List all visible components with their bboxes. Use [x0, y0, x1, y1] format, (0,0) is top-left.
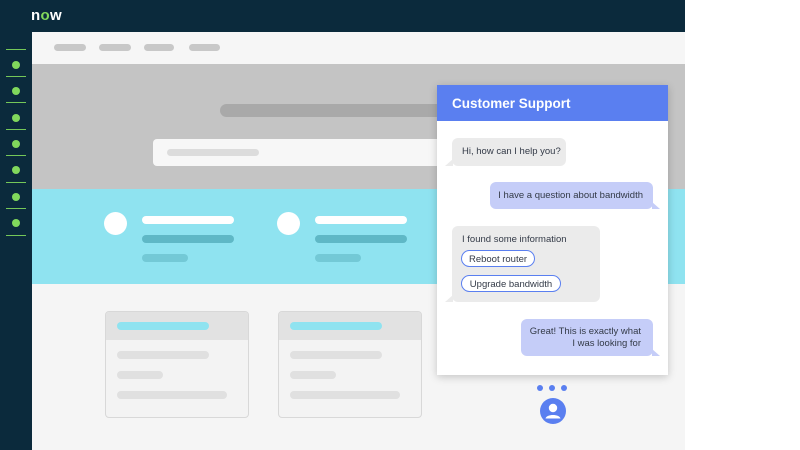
feature-circle-icon — [104, 212, 127, 235]
sidebar-divider — [6, 208, 26, 209]
bot-message: Hi, how can I help you? — [445, 138, 566, 166]
card-title-placeholder — [117, 322, 209, 330]
app-window: now Customer Support Hi, how can I help … — [0, 0, 685, 450]
feature-title-placeholder — [315, 216, 407, 224]
sidebar-divider — [6, 76, 26, 77]
card-text-placeholder — [117, 351, 209, 359]
chat-title: Customer Support — [452, 96, 571, 111]
card-text-placeholder — [117, 371, 163, 379]
bubble-tail — [652, 349, 660, 356]
sidebar-nav-dot-icon[interactable] — [12, 166, 20, 174]
nav-link-placeholder[interactable] — [144, 44, 174, 51]
sidebar-nav-dot-icon[interactable] — [12, 87, 20, 95]
card-header — [279, 312, 421, 340]
typing-dot — [549, 385, 555, 391]
bot-message: I found some information Reboot router U… — [445, 226, 600, 302]
message-text: Hi, how can I help you? — [462, 146, 561, 157]
bubble-tail — [652, 202, 660, 209]
sidebar-divider — [6, 129, 26, 130]
chat-header: Customer Support — [437, 85, 668, 121]
left-sidebar — [0, 32, 32, 450]
feature-text-placeholder — [142, 235, 234, 243]
user-avatar-icon[interactable] — [540, 398, 566, 424]
secondary-navigation — [32, 32, 685, 64]
logo-text-w: w — [49, 7, 62, 24]
chat-widget: Customer Support Hi, how can I help you?… — [437, 85, 668, 375]
hero-heading-placeholder — [220, 104, 450, 117]
content-card[interactable] — [278, 311, 422, 418]
sidebar-divider — [6, 49, 26, 50]
message-text: I found some information — [462, 234, 567, 245]
card-text-placeholder — [290, 371, 336, 379]
search-input[interactable] — [153, 139, 443, 166]
top-navigation-bar: now — [0, 0, 685, 32]
feature-text-placeholder — [142, 254, 188, 262]
feature-circle-icon — [277, 212, 300, 235]
sidebar-nav-dot-icon[interactable] — [12, 219, 20, 227]
sidebar-divider — [6, 102, 26, 103]
card-title-placeholder — [290, 322, 382, 330]
sidebar-nav-dot-icon[interactable] — [12, 61, 20, 69]
person-icon — [545, 403, 561, 419]
sidebar-nav-dot-icon[interactable] — [12, 114, 20, 122]
feature-title-placeholder — [142, 216, 234, 224]
user-message: Great! This is exactly what I was lookin… — [521, 319, 660, 356]
logo-text-o: o — [40, 7, 50, 24]
card-text-placeholder — [290, 391, 400, 399]
typing-dot — [561, 385, 567, 391]
sidebar-nav-dot-icon[interactable] — [12, 193, 20, 201]
feature-text-placeholder — [315, 254, 361, 262]
search-placeholder-text — [167, 149, 259, 156]
message-text: I have a question about bandwidth — [498, 190, 643, 201]
card-text-placeholder — [117, 391, 227, 399]
typing-dot — [537, 385, 543, 391]
content-card[interactable] — [105, 311, 249, 418]
nav-link-placeholder[interactable] — [99, 44, 131, 51]
card-text-placeholder — [290, 351, 382, 359]
quick-reply-reboot-router[interactable]: Reboot router — [461, 250, 535, 267]
sidebar-nav-dot-icon[interactable] — [12, 140, 20, 148]
card-header — [106, 312, 248, 340]
message-text: Great! This is exactly what I was lookin… — [529, 326, 641, 349]
sidebar-divider — [6, 155, 26, 156]
nav-link-placeholder[interactable] — [54, 44, 86, 51]
servicenow-logo[interactable]: now — [31, 8, 62, 24]
bubble-tail — [445, 295, 453, 302]
nav-link-placeholder[interactable] — [189, 44, 220, 51]
user-message: I have a question about bandwidth — [490, 182, 660, 209]
sidebar-divider — [6, 182, 26, 183]
quick-reply-upgrade-bandwidth[interactable]: Upgrade bandwidth — [461, 275, 561, 292]
feature-text-placeholder — [315, 235, 407, 243]
sidebar-divider — [6, 235, 26, 236]
bubble-tail — [445, 159, 453, 166]
